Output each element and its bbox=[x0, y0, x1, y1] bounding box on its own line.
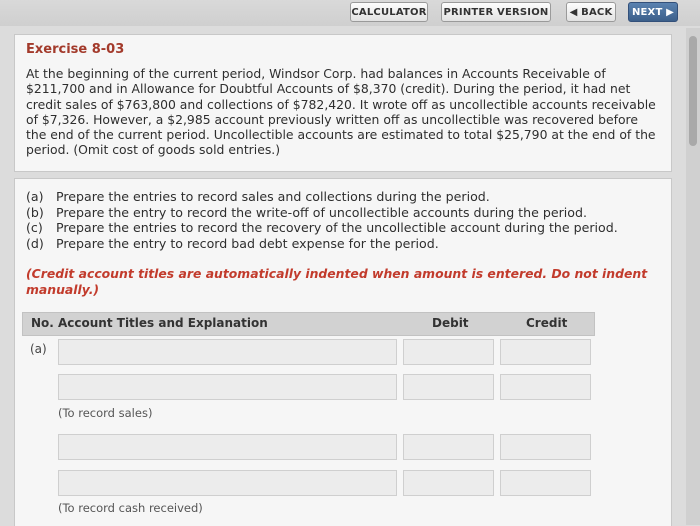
requirement-c: (c) Prepare the entries to record the rec… bbox=[26, 220, 618, 235]
printer-version-button[interactable]: PRINTER VERSION bbox=[441, 2, 551, 22]
requirements-list: (a) Prepare the entries to record sales a… bbox=[26, 189, 618, 251]
requirement-d: (d) Prepare the entry to record bad debt … bbox=[26, 235, 439, 251]
exercise-title: Exercise 8-03 bbox=[26, 42, 125, 57]
indent-note: (Credit account titles are automatically… bbox=[26, 266, 648, 297]
credit-input[interactable] bbox=[500, 470, 591, 496]
debit-input[interactable] bbox=[403, 434, 494, 460]
explanation-to-record-cash-received: (To record cash received) bbox=[58, 501, 203, 515]
top-toolbar: CALCULATOR PRINTER VERSION ◀ BACK NEXT ▶ bbox=[0, 0, 700, 26]
requirement-b: (b) Prepare the entry to record the write… bbox=[26, 204, 587, 220]
debit-input[interactable] bbox=[403, 339, 494, 365]
next-button[interactable]: NEXT ▶ bbox=[628, 2, 678, 22]
account-title-input[interactable] bbox=[58, 470, 397, 496]
calculator-button[interactable]: CALCULATOR bbox=[350, 2, 428, 22]
journal-table-header: No. Account Titles and Explanation Debit… bbox=[22, 312, 595, 336]
account-title-input[interactable] bbox=[58, 434, 397, 460]
credit-input[interactable] bbox=[500, 374, 591, 400]
header-debit: Debit bbox=[432, 316, 469, 330]
scrollbar-thumb[interactable] bbox=[689, 36, 697, 146]
page-scrollbar[interactable] bbox=[686, 28, 700, 525]
debit-input[interactable] bbox=[403, 470, 494, 496]
credit-input[interactable] bbox=[500, 434, 591, 460]
account-title-input[interactable] bbox=[58, 339, 397, 365]
account-title-input[interactable] bbox=[58, 374, 397, 400]
explanation-to-record-sales: (To record sales) bbox=[58, 406, 153, 420]
header-account-titles: Account Titles and Explanation bbox=[58, 316, 268, 330]
row-label-a: (a) bbox=[30, 342, 47, 356]
credit-input[interactable] bbox=[500, 339, 591, 365]
requirement-a: (a) Prepare the entries to record sales a… bbox=[26, 189, 490, 204]
header-credit: Credit bbox=[526, 316, 568, 330]
debit-input[interactable] bbox=[403, 374, 494, 400]
header-no: No. bbox=[31, 316, 54, 330]
back-button[interactable]: ◀ BACK bbox=[566, 2, 616, 22]
problem-text: At the beginning of the current period, … bbox=[26, 66, 656, 158]
